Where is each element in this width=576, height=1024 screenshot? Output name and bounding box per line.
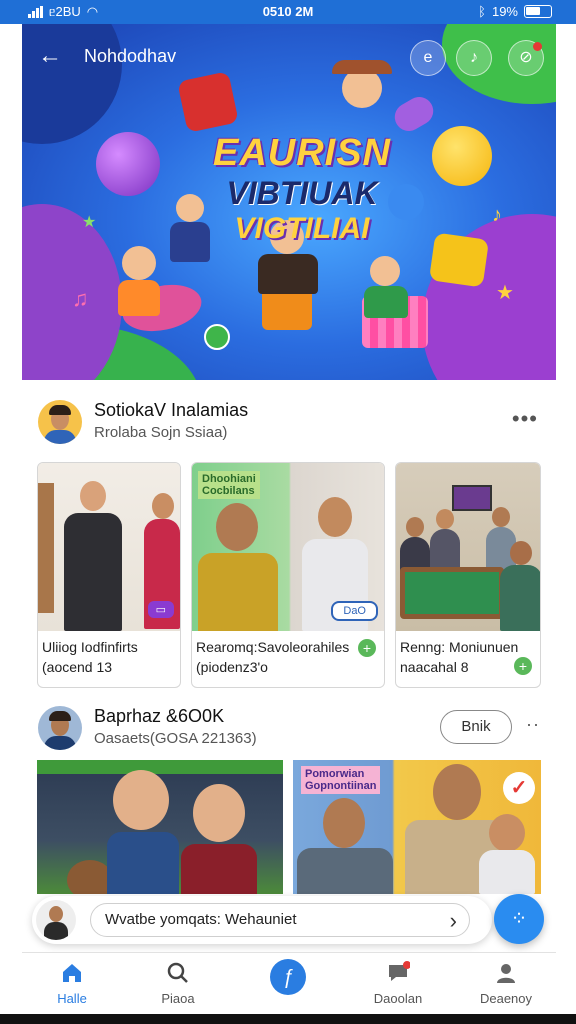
top-bar: ← Nohdodhav e ♪ ⊘ bbox=[22, 24, 556, 86]
nav-label: Piaoa bbox=[161, 991, 195, 1006]
chat-bubble-icon[interactable]: e bbox=[410, 40, 446, 76]
purple-ball-icon bbox=[96, 132, 160, 196]
nav-item-chat[interactable]: Daoolan bbox=[348, 953, 448, 1015]
notification-dot bbox=[533, 42, 542, 51]
post-image[interactable]: Pomorwian Gopnontiinan ✓ bbox=[293, 760, 541, 894]
post-header: SotiokaV Inalamias Rrolaba Sojn Ssiaa) •… bbox=[22, 396, 556, 456]
media-card[interactable]: Renng: Moniunuen naacahal 8 + bbox=[395, 462, 541, 688]
page-title: Nohdodhav bbox=[84, 46, 177, 66]
bottom-nav: Halle Piaoa ƒ Daoolan Deaenoy bbox=[22, 952, 556, 1014]
emoji-icon bbox=[432, 126, 492, 186]
author-subtitle: Rrolaba Sojn Ssiaa) bbox=[94, 424, 228, 441]
comment-input[interactable]: Wvatbe yomqats: Wehauniet › bbox=[90, 903, 470, 937]
search-icon bbox=[167, 962, 188, 983]
status-bar: ᥱ2BU ◠ 0510 2M ᛒ 19% bbox=[0, 0, 576, 24]
card-image: ▭ bbox=[38, 463, 180, 631]
hero-line-2: VIBTIUAK bbox=[226, 175, 378, 211]
profile-icon bbox=[497, 964, 515, 983]
hero-line-3: VIGTILIAI bbox=[234, 212, 370, 245]
author-subtitle: Oasaets(GOSA 221363) bbox=[94, 730, 257, 747]
add-icon[interactable]: + bbox=[358, 639, 376, 657]
post-header: Baprhaz &6O0K Oasaets(GOSA 221363) Bnik … bbox=[22, 702, 556, 762]
nav-item-profile[interactable]: Deaenoy bbox=[456, 953, 556, 1015]
battery-percent: 19% bbox=[491, 4, 518, 19]
avatar[interactable] bbox=[38, 706, 82, 750]
star-icon-small: ★ bbox=[82, 214, 97, 231]
card-caption: Uliiog Iodfinfirts bbox=[42, 639, 138, 655]
yellow-tile-icon bbox=[428, 232, 490, 288]
music-note-icon[interactable]: ♪ bbox=[456, 40, 492, 76]
cartoon-kid-right bbox=[358, 256, 418, 326]
media-badge: ▭ bbox=[147, 601, 174, 618]
card-image: Dhoohiani Cocbilans DaO bbox=[192, 463, 384, 631]
media-badge: DaO bbox=[331, 601, 378, 621]
more-options-icon[interactable]: ••• bbox=[512, 406, 538, 432]
bluetooth-icon: ᛒ bbox=[478, 4, 486, 19]
cartoon-boy-left bbox=[108, 236, 168, 326]
nav-item-home[interactable]: Halle bbox=[22, 953, 122, 1015]
follow-button[interactable]: Bnik bbox=[440, 710, 512, 744]
nav-label: Daoolan bbox=[373, 991, 423, 1006]
card-sign: Dhoohiani Cocbilans bbox=[198, 471, 260, 499]
hero-line-1: EAURISN bbox=[212, 132, 392, 174]
red-robot-icon bbox=[177, 71, 239, 133]
chevron-right-icon[interactable]: › bbox=[450, 904, 457, 938]
cartoon-cowboy bbox=[332, 46, 392, 126]
comment-composer: Wvatbe yomqats: Wehauniet › bbox=[32, 896, 492, 944]
home-icon bbox=[63, 964, 81, 982]
check-badge-icon: ✓ bbox=[503, 772, 535, 804]
nav-item-search[interactable]: Piaoa bbox=[128, 953, 228, 1015]
post-image[interactable] bbox=[37, 760, 283, 894]
nav-label: Halle bbox=[57, 991, 87, 1006]
compass-icon[interactable]: ⊘ bbox=[508, 40, 544, 76]
battery-icon bbox=[524, 5, 552, 18]
apps-fab-button[interactable]: ⁘ bbox=[494, 894, 544, 944]
more-options-icon[interactable]: ·· bbox=[526, 714, 540, 735]
hero-headline: EAURISN VIBTIUAK VIGTILIAI bbox=[182, 132, 422, 246]
add-icon[interactable]: + bbox=[514, 657, 532, 675]
author-name[interactable]: SotiokaV Inalamias bbox=[94, 400, 248, 421]
purple-pill-icon bbox=[389, 91, 439, 137]
chat-icon bbox=[389, 961, 410, 981]
card-caption: Renng: Moniunuen bbox=[400, 639, 519, 655]
card-caption: Rearomq:Savoleorahiles bbox=[196, 639, 350, 655]
nav-label: Deaenoy bbox=[479, 991, 533, 1006]
card-subcaption: (piodenz3'o bbox=[196, 659, 268, 675]
hero-banner[interactable]: ← Nohdodhav e ♪ ⊘ ★ ★ ♫ ♪ EAURISN VIBTIU… bbox=[22, 24, 556, 380]
nav-item-create[interactable]: ƒ bbox=[238, 953, 338, 1015]
author-name[interactable]: Baprhaz &6O0K bbox=[94, 706, 224, 727]
music-note-deco-icon-2: ♪ bbox=[492, 204, 502, 226]
card-image bbox=[396, 463, 540, 631]
avatar[interactable] bbox=[38, 400, 82, 444]
music-note-deco-icon: ♫ bbox=[72, 286, 89, 311]
banner-sign: Pomorwian Gopnontiinan bbox=[301, 766, 381, 794]
create-icon: ƒ bbox=[270, 959, 306, 995]
green-leaf-icon bbox=[204, 324, 230, 350]
media-card[interactable]: Dhoohiani Cocbilans DaO Rearomq:Savoleora… bbox=[191, 462, 385, 688]
card-subcaption: naacahal 8 bbox=[400, 659, 469, 675]
media-card[interactable]: ▭ Uliiog Iodfinfirts (aocend 13 bbox=[37, 462, 181, 688]
card-subcaption: (aocend 13 bbox=[42, 659, 113, 675]
back-arrow-icon[interactable]: ← bbox=[36, 42, 64, 70]
star-icon: ★ bbox=[496, 282, 514, 304]
avatar[interactable] bbox=[36, 900, 76, 940]
home-indicator-bar bbox=[0, 1014, 576, 1024]
